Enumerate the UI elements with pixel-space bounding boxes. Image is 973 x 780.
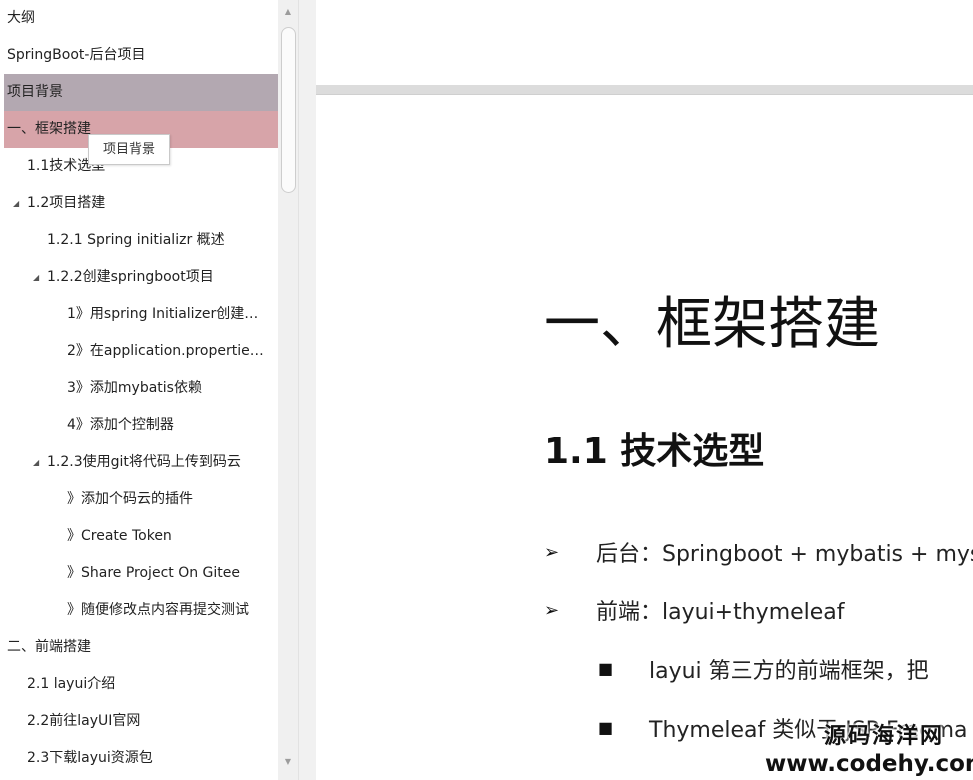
- outline-item-label: 1》用spring Initializer创建…: [67, 306, 259, 322]
- outline-item-label: 3》添加mybatis依赖: [67, 380, 202, 396]
- outline-item-label: 1.2.3使用git将代码上传到码云: [47, 454, 241, 470]
- outline-item-label: 》随便修改点内容再提交测试: [67, 602, 249, 618]
- watermark: 源码海洋网 www.codehy.com: [765, 724, 973, 778]
- collapse-arrow-icon[interactable]: ◢: [33, 444, 39, 481]
- outline-item[interactable]: ◢ 1.2项目搭建: [4, 185, 278, 222]
- outline-item-label: 大纲: [7, 10, 35, 26]
- tooltip: 项目背景: [88, 134, 170, 165]
- outline-item-label: 》Share Project On Gitee: [67, 565, 240, 581]
- collapse-arrow-icon[interactable]: ◢: [33, 259, 39, 296]
- outline-item-label: 1.2.2创建springboot项目: [47, 269, 214, 285]
- outline-item[interactable]: 2》在application.propertie…: [4, 333, 278, 370]
- outline-panel: 大纲 SpringBoot-后台项目 项目背景 一、框架搭建 1.1技术选型 ◢ 1.2项目…: [0, 0, 298, 780]
- outline-item[interactable]: 》随便修改点内容再提交测试: [4, 592, 278, 629]
- outline-item-label: 一、框架搭建: [7, 121, 91, 137]
- collapse-arrow-icon[interactable]: ◢: [13, 185, 19, 222]
- outline-item[interactable]: 》添加个码云的插件: [4, 481, 278, 518]
- outline-item-label: 二、前端搭建: [7, 639, 91, 655]
- bullet-text: layui 第三方的前端框架，把: [649, 659, 929, 684]
- heading-1: 一、框架搭建: [544, 292, 880, 357]
- outline-item[interactable]: ◢ 1.2.2创建springboot项目: [4, 259, 278, 296]
- bullet-text: 后台：Springboot + mybatis + mys: [596, 542, 973, 567]
- heading-2: 1.1 技术选型: [544, 431, 765, 472]
- panel-splitter[interactable]: [298, 0, 316, 780]
- outline-item[interactable]: 》Create Token: [4, 518, 278, 555]
- watermark-line-2: www.codehy.com: [765, 751, 973, 777]
- outline-item-label: 》添加个码云的插件: [67, 491, 193, 507]
- outline-item-label: 4》添加个控制器: [67, 417, 174, 433]
- outline-item[interactable]: 二、前端搭建: [4, 629, 278, 666]
- outline-item-label: 项目背景: [7, 84, 63, 100]
- document-view: 一、框架搭建 1.1 技术选型 ➢ 后台：Springboot + mybati…: [316, 0, 973, 780]
- outline-item-label: 1.2项目搭建: [27, 195, 106, 211]
- outline-item[interactable]: 》Share Project On Gitee: [4, 555, 278, 592]
- scroll-up-arrow-icon[interactable]: ▲: [278, 2, 298, 22]
- outline-item[interactable]: 2.3下载layui资源包: [4, 740, 278, 777]
- page-break: [316, 85, 973, 95]
- outline-item[interactable]: 2.1 layui介绍: [4, 666, 278, 703]
- outline-item[interactable]: SpringBoot-后台项目: [4, 37, 278, 74]
- outline-item[interactable]: 4》添加个控制器: [4, 407, 278, 444]
- outline-item-label: 2.2前往layUI官网: [27, 713, 141, 729]
- scroll-down-arrow-icon[interactable]: ▼: [278, 752, 298, 772]
- outline-item-label: 1.2.1 Spring initializr 概述: [47, 232, 225, 248]
- arrow-bullet-icon: ➢: [544, 542, 560, 563]
- square-bullet-icon: ■: [598, 718, 614, 737]
- square-bullet-icon: ■: [598, 659, 614, 678]
- outline-item-label: 2.3下载layui资源包: [27, 750, 153, 766]
- outline-item-label: 2》在application.propertie…: [67, 343, 264, 359]
- outline-item[interactable]: 1.2.1 Spring initializr 概述: [4, 222, 278, 259]
- outline-item-label: 2.1 layui介绍: [27, 676, 116, 692]
- outline-item[interactable]: 大纲: [4, 0, 278, 37]
- outline-tree: 大纲 SpringBoot-后台项目 项目背景 一、框架搭建 1.1技术选型 ◢ 1.2项目…: [4, 0, 278, 777]
- outline-scrollbar[interactable]: ▲ ▼: [278, 0, 298, 780]
- scrollbar-thumb[interactable]: [281, 27, 296, 193]
- outline-item[interactable]: 1》用spring Initializer创建…: [4, 296, 278, 333]
- outline-item[interactable]: 3》添加mybatis依赖: [4, 370, 278, 407]
- outline-item[interactable]: 2.2前往layUI官网: [4, 703, 278, 740]
- outline-item-label: 》Create Token: [67, 528, 172, 544]
- outline-item[interactable]: ◢ 1.2.3使用git将代码上传到码云: [4, 444, 278, 481]
- outline-item-label: SpringBoot-后台项目: [7, 47, 146, 63]
- watermark-line-1: 源码海洋网: [823, 724, 944, 749]
- outline-item[interactable]: 项目背景: [4, 74, 278, 111]
- bullet-text: 前端：layui+thymeleaf: [596, 600, 845, 625]
- arrow-bullet-icon: ➢: [544, 600, 560, 621]
